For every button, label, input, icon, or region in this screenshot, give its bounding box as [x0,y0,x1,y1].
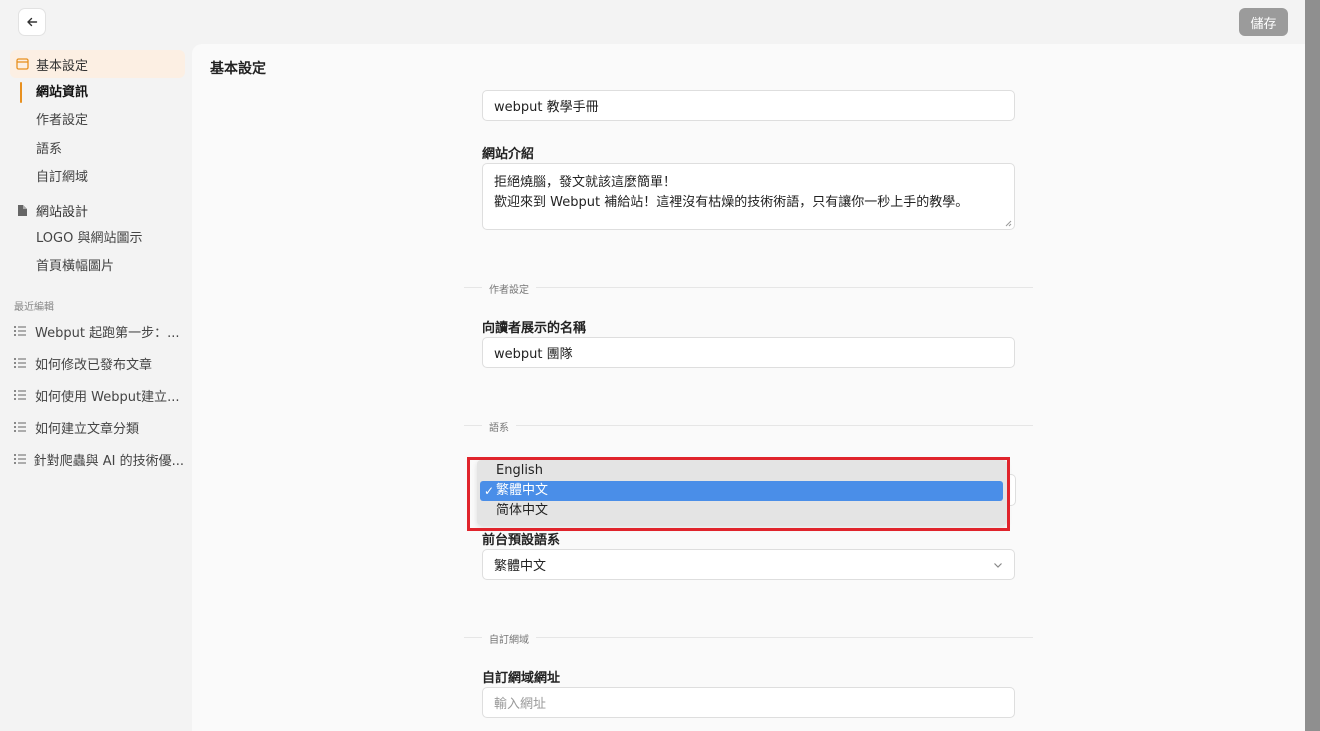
sidebar-section-site-design[interactable]: 網站設計 [10,196,185,224]
recent-item-label: 如何建立文章分類 [35,421,140,437]
recent-item-label: 如何使用 Webput建立... [35,389,180,405]
sidebar: 基本設定 網站資訊 作者設定 語系 自訂網域 網站設計 LOGO 與網站圖示 首… [0,44,192,731]
chevron-down-icon [994,562,1002,568]
recent-item[interactable]: Webput 起跑第一步：... [14,321,184,341]
section-divider [464,287,1033,288]
recent-item[interactable]: 如何建立文章分類 [14,417,184,437]
site-intro-label: 網站介紹 [482,147,535,162]
sidebar-section-label: 基本設定 [36,58,89,74]
recent-edits-label: 最近編輯 [14,302,54,313]
sidebar-item-home-banner[interactable]: 首頁橫幅圖片 [36,257,114,277]
site-name-input[interactable]: webput 教學手冊 [482,90,1015,121]
site-intro-line: 拒絕燒腦，發文就該這麼簡單！ [494,175,677,190]
top-bar: 儲存 [0,0,1305,44]
sidebar-section-label: 網站設計 [36,204,89,220]
admin-language-select[interactable] [1009,474,1016,506]
domain-section-label: 自訂網域 [482,631,536,646]
recent-item[interactable]: 如何修改已發布文章 [14,353,184,373]
frontend-language-label: 前台預設語系 [482,533,561,548]
sidebar-item-author-settings[interactable]: 作者設定 [36,111,88,131]
settings-panel: 基本設定 webput 教學手冊 網站介紹 拒絕燒腦，發文就該這麼簡單！ 歡迎來… [192,44,1305,731]
option-label: 繁體中文 [496,483,549,498]
resize-handle-icon[interactable] [1004,219,1012,227]
sidebar-item-site-info[interactable]: 網站資訊 [36,83,88,103]
list-icon [14,358,28,368]
author-name-input[interactable]: webput 團隊 [482,337,1015,368]
domain-url-placeholder: 輸入網址 [494,697,547,712]
recent-item[interactable]: 針對爬蟲與 AI 的技術優... [14,449,184,469]
language-dropdown-menu: English ✓ 繁體中文 简体中文 [477,460,1007,525]
recent-item-label: Webput 起跑第一步：... [35,325,180,341]
list-icon [14,326,28,336]
list-icon [14,390,28,400]
window-icon [15,57,29,71]
sidebar-item-custom-domain[interactable]: 自訂網域 [36,168,88,188]
sidebar-item-logo-favicon[interactable]: LOGO 與網站圖示 [36,229,142,249]
language-option-simplified-chinese[interactable]: 简体中文 [480,501,1003,521]
language-option-traditional-chinese[interactable]: ✓ 繁體中文 [480,481,1003,501]
recent-item-label: 針對爬蟲與 AI 的技術優... [33,453,184,469]
list-icon [14,454,27,464]
recent-item[interactable]: 如何使用 Webput建立... [14,385,184,405]
author-section-label: 作者設定 [482,281,536,296]
language-option-english[interactable]: English [480,461,1003,481]
site-intro-line: 歡迎來到 Webput 補給站！這裡沒有枯燥的技術術語，只有讓你一秒上手的教學。 [494,195,969,210]
domain-url-input[interactable]: 輸入網址 [482,687,1015,718]
save-button[interactable]: 儲存 [1239,8,1288,36]
window-edge [1305,0,1320,731]
domain-url-label: 自訂網域網址 [482,671,561,686]
section-divider [464,425,1033,426]
page-title: 基本設定 [210,61,266,77]
recent-item-label: 如何修改已發布文章 [35,357,153,373]
section-divider [464,637,1033,638]
sidebar-section-basic-settings[interactable]: 基本設定 [10,50,185,78]
frontend-language-value: 繁體中文 [494,559,547,574]
arrow-left-icon [27,17,38,27]
author-name-label: 向讀者展示的名稱 [482,321,587,336]
checkmark-icon: ✓ [484,484,495,498]
back-button[interactable] [18,8,46,36]
frontend-language-select[interactable]: 繁體中文 [482,549,1015,580]
sidebar-item-language[interactable]: 語系 [36,140,62,160]
language-section-label: 語系 [482,419,516,434]
site-intro-textarea[interactable]: 拒絕燒腦，發文就該這麼簡單！ 歡迎來到 Webput 補給站！這裡沒有枯燥的技術… [482,163,1015,230]
list-icon [14,422,28,432]
author-name-value: webput 團隊 [494,347,573,362]
active-indicator [20,82,22,103]
palette-icon [15,203,29,217]
site-name-value: webput 教學手冊 [494,100,599,115]
